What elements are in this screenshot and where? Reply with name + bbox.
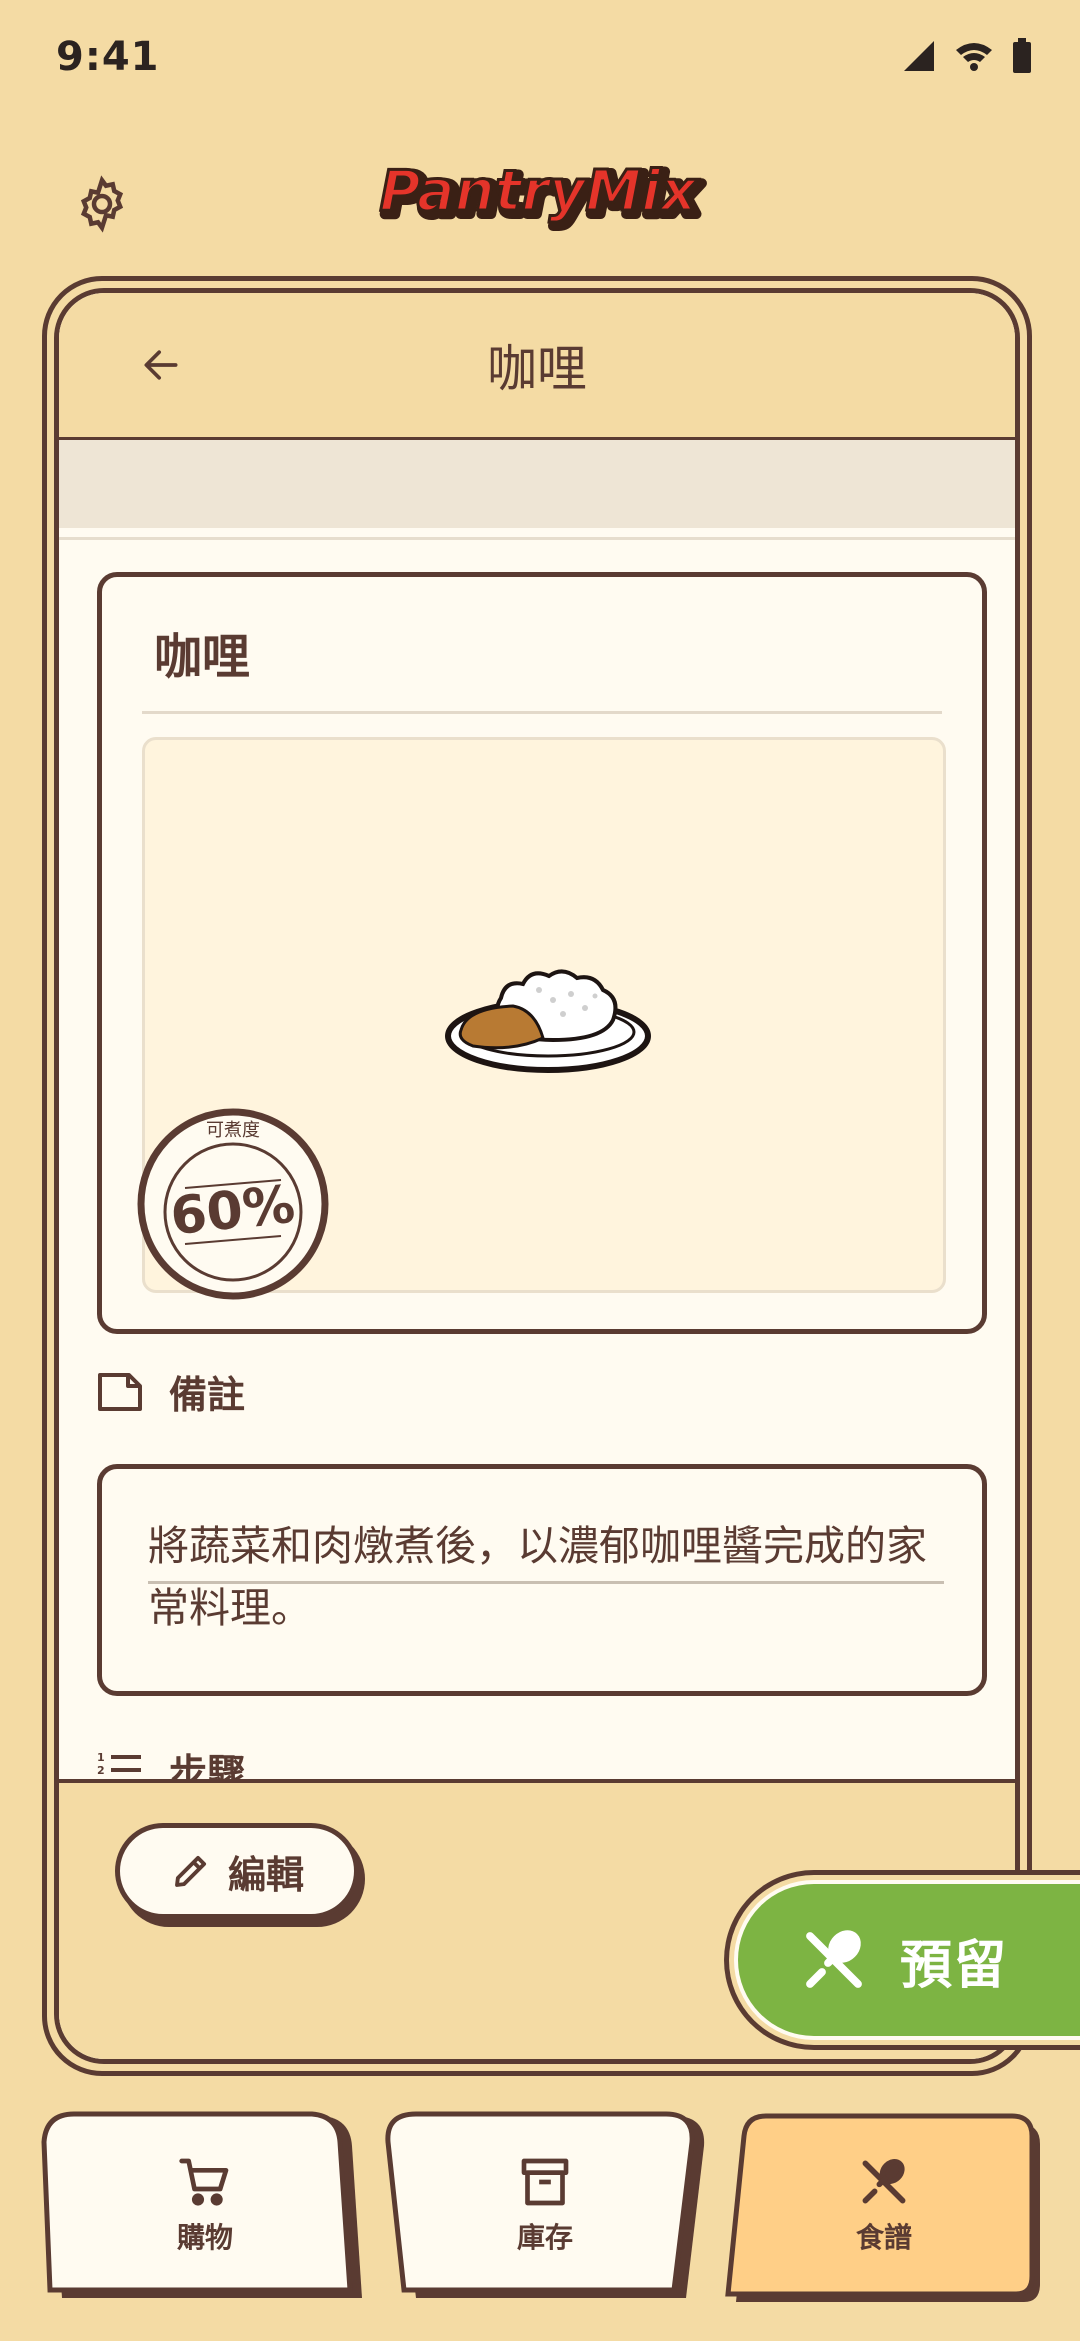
nav-tab-content: 購物: [40, 2110, 370, 2300]
recipe-panel: 咖哩 咖哩 可煮度 60% 備註 將蔬菜和肉燉煮後，以濃郁咖哩醬完成的家常料理。…: [54, 288, 1020, 2064]
pencil-icon: [175, 1855, 207, 1887]
reserve-label: 預留: [900, 1935, 1009, 1996]
nav-label: 食譜: [855, 2221, 912, 2254]
recipe-content[interactable]: 咖哩 可煮度 60% 備註 將蔬菜和肉燉煮後，以濃郁咖哩醬完成的家常料理。 1 …: [59, 540, 1015, 1780]
recipe-image: 可煮度 60%: [137, 737, 946, 1300]
nav-tab-recipes[interactable]: 食譜: [724, 2110, 1044, 2302]
nav-tab-content: 庫存: [380, 2110, 710, 2300]
edit-button[interactable]: 編輯: [115, 1823, 359, 1919]
notes-label: 備註: [169, 1373, 246, 1417]
steps-label: 步驟: [169, 1751, 246, 1780]
recipe-header: 咖哩: [59, 293, 1015, 440]
utensils-icon: [806, 1930, 862, 1988]
notes-text: 將蔬菜和肉燉煮後，以濃郁咖哩醬完成的家常料理。: [148, 1522, 927, 1632]
steps-header: 1 2 3 步驟: [97, 1742, 246, 1781]
cart-icon: [179, 2158, 229, 2206]
cookability-badge: 可煮度 60%: [137, 1108, 329, 1300]
utensils-icon: [862, 2159, 906, 2204]
status-icons: [902, 38, 1032, 74]
numbered-list-icon: 1 2 3: [97, 1751, 141, 1780]
nav-label: 購物: [176, 2221, 233, 2254]
text-underline: [148, 1581, 944, 1584]
svg-text:2: 2: [97, 1764, 105, 1777]
divider: [142, 711, 942, 714]
curry-rice-icon: [445, 969, 651, 1073]
notes-header: 備註: [97, 1364, 245, 1419]
status-time: 9:41: [56, 34, 160, 80]
nav-label: 庫存: [516, 2221, 573, 2254]
pantrymix-logo: PantryMix PantryMix: [378, 158, 707, 234]
reserve-button[interactable]: 預留: [734, 1880, 1080, 2040]
recipe-name: 咖哩: [154, 629, 251, 685]
recipe-card: 咖哩 可煮度 60%: [97, 572, 987, 1334]
status-bar: 9:41: [0, 0, 1080, 120]
nav-tab-content: 食譜: [724, 2110, 1044, 2300]
archive-icon: [521, 2158, 569, 2206]
gear-icon: [80, 175, 124, 233]
svg-text:PantryMix: PantryMix: [379, 159, 698, 224]
battery-icon: [1013, 38, 1031, 73]
edit-label: 編輯: [227, 1852, 304, 1897]
wifi-icon: [956, 43, 992, 71]
svg-text:可煮度: 可煮度: [206, 1120, 260, 1141]
nav-tab-shopping[interactable]: 購物: [40, 2110, 370, 2300]
svg-text:1: 1: [97, 1751, 105, 1764]
nav-tab-inventory[interactable]: 庫存: [380, 2110, 710, 2300]
page-title: 咖哩: [487, 340, 587, 398]
signal-icon: [904, 41, 934, 71]
notes-field[interactable]: 將蔬菜和肉燉煮後，以濃郁咖哩醬完成的家常料理。: [97, 1464, 987, 1696]
note-icon: [98, 1372, 142, 1411]
header-band: [59, 440, 1015, 528]
settings-button[interactable]: [66, 168, 138, 240]
